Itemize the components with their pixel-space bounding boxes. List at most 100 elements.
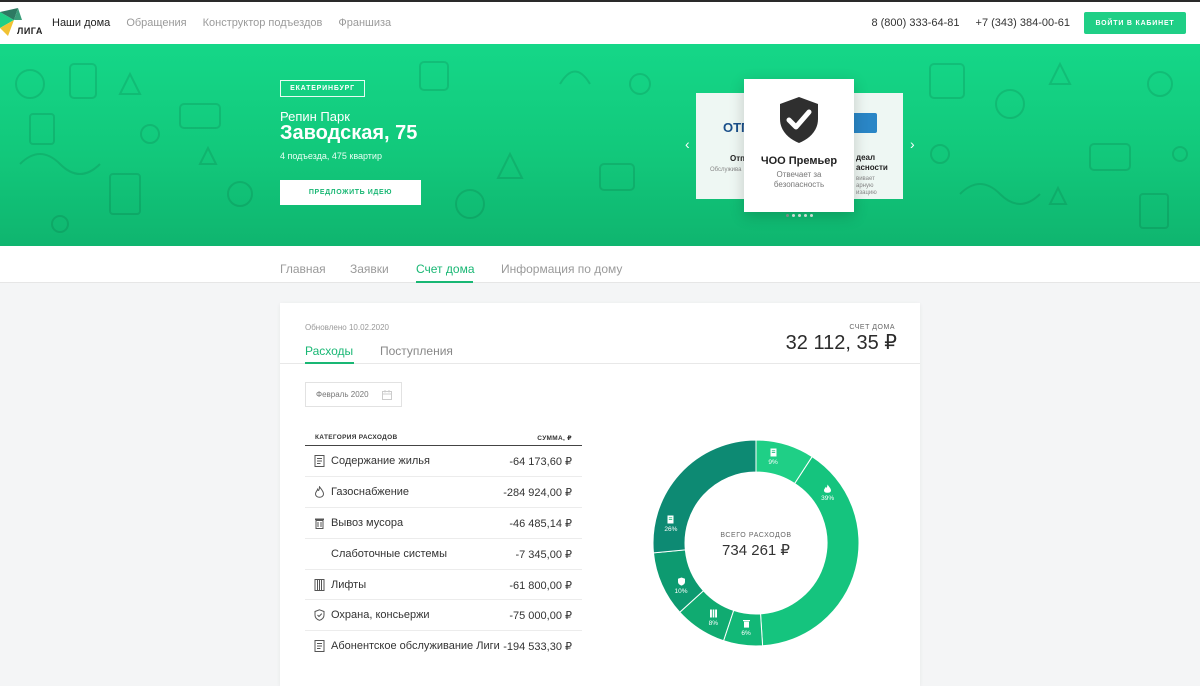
active-tab-underline [416,281,473,283]
expense-amount: -64 173,60 ₽ [509,456,572,468]
expense-amount: -284 924,00 ₽ [503,486,572,499]
carousel-dot[interactable] [792,214,795,217]
flame-icon [314,485,325,498]
expense-amount: -61 800,00 ₽ [509,579,572,592]
house-tabs: Главная Заявки Счет дома Информация по д… [0,246,1200,283]
expense-amount: -75 000,00 ₽ [509,610,572,623]
expense-amount: -194 533,30 ₽ [503,641,572,654]
donut-slice-label: 39% [821,494,835,502]
donut-center: ВСЕГО РАСХОДОВ 734 261 ₽ [653,532,859,559]
partner-title: ЧОО Премьер [760,155,838,167]
calendar-icon[interactable] [382,390,392,400]
house-hero: ЕКАТЕРИНБУРГ Репин Парк Заводская, 75 4 … [0,44,1200,246]
nav-item-requests[interactable]: Обращения [126,17,186,29]
main-nav: Наши дома Обращения Конструктор подъездо… [52,2,391,44]
subtab-divider [280,363,920,364]
header-category: КАТЕГОРИЯ РАСХОДОВ [315,434,398,441]
document-icon [667,515,674,524]
chevron-left-icon[interactable]: ‹ [685,136,690,152]
house-address: Заводская, 75 [280,122,418,144]
expense-name: Вывоз мусора [331,516,404,529]
phone-local[interactable]: +7 (343) 384-00-61 [976,17,1070,29]
house-meta: 4 подъезда, 475 квартир [280,151,382,161]
document-icon [314,455,325,467]
expense-name: Содержание жилья [331,455,430,467]
login-button[interactable]: ВОЙТИ В КАБИНЕТ [1084,12,1186,34]
document-icon [314,640,325,653]
phone-federal[interactable]: 8 (800) 333-64-81 [871,17,959,29]
donut-center-value: 734 261 ₽ [722,542,790,559]
tab-requests[interactable]: Заявки [350,262,389,276]
carousel-dot[interactable] [810,214,813,217]
flame-icon [824,484,832,493]
partner-card-premier[interactable]: ЧОО Премьер Отвечает за безопасность [744,79,854,212]
subtab-income[interactable]: Поступления [380,344,453,358]
header-sum: СУММА, ₽ [537,435,572,442]
table-row[interactable]: Газоснабжение -284 924,00 ₽ [305,477,582,508]
nav-item-franchise[interactable]: Франшиза [338,17,391,29]
expense-amount: -7 345,00 ₽ [515,548,572,561]
donut-slice-label: 8% [708,619,719,627]
expenses-table-header: КАТЕГОРИЯ РАСХОДОВ СУММА, ₽ [305,430,582,446]
expense-name: Газоснабжение [331,485,410,498]
document-icon [770,448,777,457]
tab-main[interactable]: Главная [280,262,326,276]
carousel-dot[interactable] [804,214,807,217]
trash-icon [315,518,324,529]
donut-slice-label: 6% [741,630,751,638]
partner-desc: Отвечает за безопасность [773,170,825,189]
subtab-expenses[interactable]: Расходы [305,344,353,358]
tab-house-info[interactable]: Информация по дому [501,262,622,276]
expenses-table: КАТЕГОРИЯ РАСХОДОВ СУММА, ₽ Содержание ж… [305,430,582,662]
carousel-dot[interactable] [798,214,801,217]
phone-numbers: 8 (800) 333-64-81 +7 (343) 384-00-61 [871,2,1070,44]
expense-name: Лифты [331,578,367,591]
carousel-dot[interactable] [786,214,789,217]
partner-desc-line1: вивает [856,176,875,182]
table-row[interactable]: Абонентское обслуживание Лиги -194 533,3… [305,631,582,662]
expense-amount: -46 485,14 ₽ [509,517,572,530]
shield-check-icon [780,97,818,143]
table-row[interactable]: Вывоз мусора -46 485,14 ₽ [305,508,582,539]
top-bar: ЛИГА Наши дома Обращения Конструктор под… [0,0,1200,44]
table-row[interactable]: Слаботочные системы -7 345,00 ₽ [305,539,582,570]
table-row[interactable]: Лифты -61 800,00 ₽ [305,570,582,601]
trash-icon [742,620,750,629]
partner-desc-line2: арную [856,183,874,189]
partner-desc: вивает арную изацию [856,176,877,197]
active-subtab-underline [305,362,354,364]
table-row[interactable]: Содержание жилья -64 173,60 ₽ [305,446,582,477]
partner-logo-icon [851,113,877,133]
shield-icon [314,609,325,622]
city-badge: ЕКАТЕРИНБУРГ [280,80,365,97]
partner-title: Отп [730,154,745,163]
hero-doodle-pattern [15,61,1188,233]
donut-center-label: ВСЕГО РАСХОДОВ [720,532,792,539]
suggest-idea-button[interactable]: ПРЕДЛОЖИТЬ ИДЕЮ [280,180,421,205]
logo-text: ЛИГА [17,26,43,36]
nav-item-our-houses[interactable]: Наши дома [52,17,110,29]
partner-title-line1: деал [856,153,876,162]
partner-desc: Обслужива [710,167,742,173]
updated-date: Обновлено 10.02.2020 [305,323,389,332]
donut-slice-label: 10% [674,588,688,596]
carousel-dots [786,214,813,217]
tab-house-account[interactable]: Счет дома [416,262,475,276]
elevator-icon [709,609,717,618]
month-picker-value: Февраль 2020 [316,390,369,399]
shield-icon [677,577,685,586]
table-row[interactable]: Охрана, консьержи -75 000,00 ₽ [305,600,582,632]
partner-title: деал асности [856,153,888,173]
nav-item-entrance-builder[interactable]: Конструктор подъездов [203,17,323,29]
chevron-right-icon[interactable]: › [910,136,915,152]
expense-name: Охрана, консьержи [331,609,430,622]
partner-desc-line3: изацию [856,190,877,196]
balance-value: 32 112, 35 ₽ [785,332,897,354]
account-panel: Обновлено 10.02.2020 Расходы Поступления… [280,303,920,686]
partner-title-line2: асности [856,163,888,172]
donut-slice-label: 9% [768,458,778,466]
expense-name: Слаботочные системы [331,547,447,560]
month-picker[interactable]: Февраль 2020 [305,382,402,407]
expense-name: Абонентское обслуживание Лиги [331,640,500,653]
elevator-icon [314,578,325,591]
